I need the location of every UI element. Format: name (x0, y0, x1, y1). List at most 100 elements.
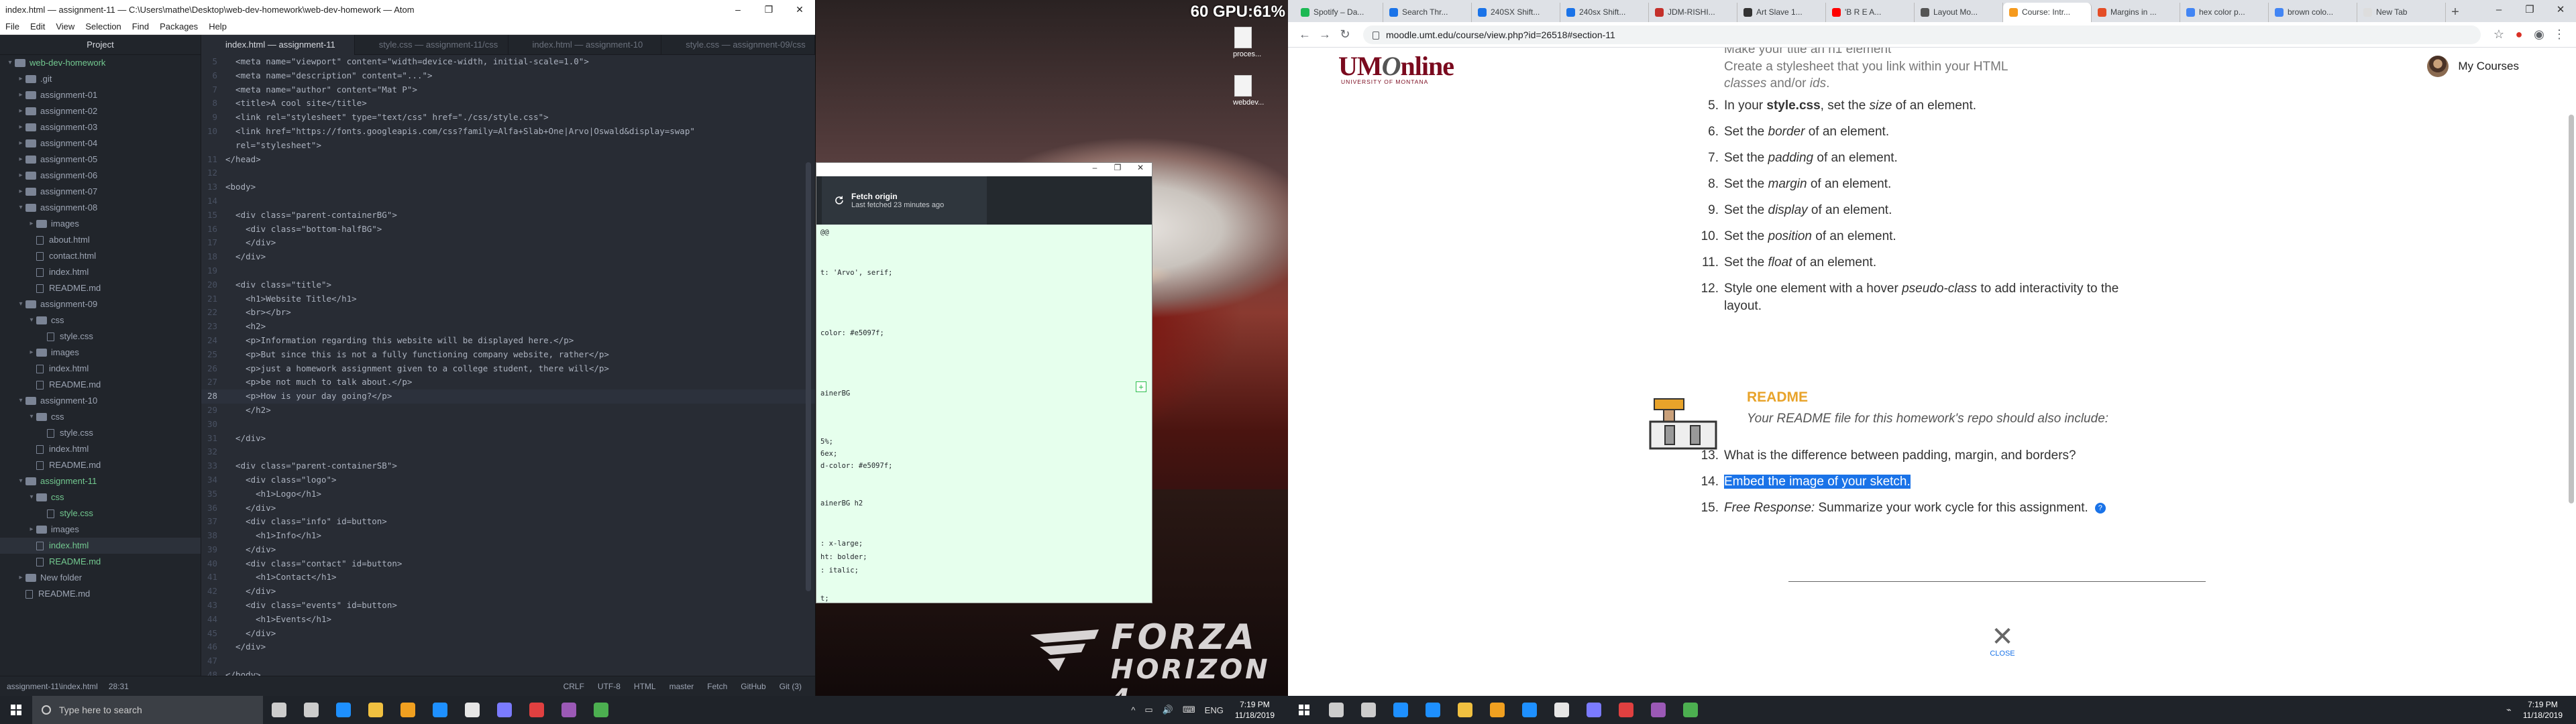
code-line[interactable]: 31 </div> (201, 432, 815, 446)
code-text[interactable]: <div class="events" id=button> (225, 599, 397, 613)
kebab-menu-icon[interactable]: ⋮ (2549, 27, 2569, 42)
windows-start-icon[interactable] (0, 696, 32, 724)
tree-item[interactable]: ▸ assignment-03 (0, 119, 201, 135)
taskbar-clock[interactable]: 7:19 PM 11/18/2019 (2523, 699, 2563, 721)
code-line[interactable]: 36 </div> (201, 501, 815, 516)
code-line[interactable]: 28 <p>How is your day going?</p> (201, 389, 815, 404)
code-text[interactable]: <meta name="viewport" content="width=dev… (225, 55, 589, 69)
code-line[interactable]: 13 <body> (201, 180, 815, 194)
close-label[interactable]: CLOSE (1986, 650, 2019, 658)
menu-file[interactable]: File (0, 21, 25, 32)
browser-tab[interactable]: Course: Intr... (2003, 3, 2092, 22)
taskbar-app-icon[interactable] (488, 696, 521, 724)
tree-item[interactable]: ▾ css (0, 409, 201, 425)
code-text[interactable]: </div> (225, 236, 276, 250)
code-line[interactable]: 46 </div> (201, 640, 815, 654)
tree-item[interactable]: ▸ assignment-02 (0, 103, 201, 119)
tree-item[interactable]: index.html (0, 441, 201, 457)
code-text[interactable]: <body> (225, 180, 256, 194)
code-line[interactable]: 19 (201, 264, 815, 278)
code-line[interactable]: 33 <div class="parent-containerSB"> (201, 459, 815, 473)
code-text[interactable]: </div> (225, 585, 276, 599)
status-file-path[interactable]: assignment-11\index.html (7, 682, 98, 691)
tray-chevron-icon[interactable]: ^ (1131, 705, 1135, 715)
code-text[interactable]: <h1>Info</h1> (225, 529, 321, 543)
code-text[interactable]: <h2> (225, 320, 266, 334)
tree-item[interactable]: README.md (0, 554, 201, 570)
code-line[interactable]: 39 </div> (201, 543, 815, 557)
code-text[interactable]: <div class="parent-containerSB"> (225, 459, 397, 473)
close-icon[interactable]: ✕ (1986, 623, 2019, 650)
browser-tab[interactable]: Spotify – Da... (1295, 3, 1383, 22)
code-line[interactable]: 38 <h1>Info</h1> (201, 529, 815, 543)
browser-tab[interactable]: Margins in ... (2092, 3, 2180, 22)
taskbar-app-icon[interactable] (1385, 696, 1417, 724)
code-line[interactable]: 15 <div class="parent-containerBG"> (201, 208, 815, 223)
code-line[interactable]: 47 (201, 654, 815, 668)
tree-item[interactable]: index.html (0, 538, 201, 554)
language-indicator[interactable]: ENG (1205, 705, 1224, 715)
taskbar-app-icon[interactable] (1610, 696, 1642, 724)
code-area[interactable]: 5 <meta name="viewport" content="width=d… (201, 55, 815, 676)
taskbar-app-icon[interactable] (327, 696, 360, 724)
code-line[interactable]: 11 </head> (201, 153, 815, 167)
tree-item[interactable]: style.css (0, 505, 201, 522)
editor-tab[interactable]: style.css — assignment-11/css (355, 35, 508, 55)
code-text[interactable]: <div class="contact" id=button> (225, 557, 402, 571)
taskbar-app-icon[interactable] (1578, 696, 1610, 724)
browser-tab[interactable]: 240SX Shift... (1472, 3, 1560, 22)
code-text[interactable]: </div> (225, 543, 276, 557)
code-text[interactable]: <p>How is your day going?</p> (225, 389, 392, 404)
menu-view[interactable]: View (50, 21, 80, 32)
tree-item[interactable]: ▾ assignment-10 (0, 393, 201, 409)
maximize-button[interactable]: ❐ (753, 4, 784, 15)
taskbar-app-icon[interactable] (521, 696, 553, 724)
code-text[interactable]: </div> (225, 627, 276, 641)
code-line[interactable]: 7 <meta name="author" content="Mat P"> (201, 83, 815, 97)
profile-icon[interactable]: ◉ (2529, 27, 2549, 42)
desktop-icon-webdev[interactable]: webdev... (1233, 75, 1264, 107)
browser-tab[interactable]: hex color p... (2180, 3, 2269, 22)
my-courses-label[interactable]: My Courses (2458, 60, 2519, 73)
taskbar-app-icon[interactable] (1513, 696, 1546, 724)
menu-selection[interactable]: Selection (80, 21, 126, 32)
code-line[interactable]: 23 <h2> (201, 320, 815, 334)
code-line[interactable]: 34 <div class="logo"> (201, 473, 815, 487)
code-text[interactable]: <p>But since this is not a fully functio… (225, 348, 609, 362)
code-line[interactable]: 5 <meta name="viewport" content="width=d… (201, 55, 815, 69)
tree-item[interactable]: ▾ assignment-08 (0, 200, 201, 216)
taskbar-app-icon[interactable] (1320, 696, 1352, 724)
back-arrow-icon[interactable]: ← (1295, 27, 1315, 42)
tree-item[interactable]: contact.html (0, 248, 201, 264)
taskbar-app-icon[interactable] (1417, 696, 1449, 724)
address-bar[interactable]: moodle.umt.edu/course/view.php?id=26518#… (1363, 25, 2481, 44)
browser-tab[interactable]: Art Slave 1... (1737, 3, 1826, 22)
tree-item[interactable]: ▾ assignment-11 (0, 473, 201, 489)
tree-item[interactable]: ▾ css (0, 489, 201, 505)
status-encoding[interactable]: UTF-8 (591, 682, 627, 691)
taskbar-app-icon[interactable] (553, 696, 585, 724)
browser-tab[interactable]: 240sx Shift... (1560, 3, 1649, 22)
code-text[interactable]: <h1>Contact</h1> (225, 570, 336, 585)
close-button[interactable]: ✕ (2545, 0, 2576, 22)
status-line-ending[interactable]: CRLF (557, 682, 591, 691)
code-line[interactable]: 18 </div> (201, 250, 815, 264)
taskbar-app-icon[interactable] (1674, 696, 1707, 724)
code-text[interactable]: <p>be not much to talk about.</p> (225, 375, 412, 389)
code-line[interactable]: 14 (201, 194, 815, 208)
code-text[interactable]: <p>Information regarding this website wi… (225, 334, 574, 348)
tree-item[interactable]: style.css (0, 328, 201, 345)
code-line[interactable]: 10 <link href="https://fonts.googleapis.… (201, 125, 815, 139)
page-scrollbar[interactable] (2569, 115, 2574, 503)
browser-tab[interactable]: Layout Mo... (1915, 3, 2003, 22)
tree-item[interactable]: ▸ assignment-06 (0, 168, 201, 184)
star-icon[interactable]: ☆ (2489, 27, 2509, 42)
tree-item[interactable]: ▸ assignment-04 (0, 135, 201, 152)
code-line[interactable]: 29 </h2> (201, 404, 815, 418)
status-git[interactable]: Git (3) (773, 682, 808, 691)
code-text[interactable]: <link href="https://fonts.googleapis.com… (225, 125, 695, 139)
windows-start-icon[interactable] (1288, 696, 1320, 724)
tree-item[interactable]: ▸ assignment-01 (0, 87, 201, 103)
taskbar-app-icon[interactable] (1352, 696, 1385, 724)
code-text[interactable]: <h1>Website Title</h1> (225, 292, 357, 306)
